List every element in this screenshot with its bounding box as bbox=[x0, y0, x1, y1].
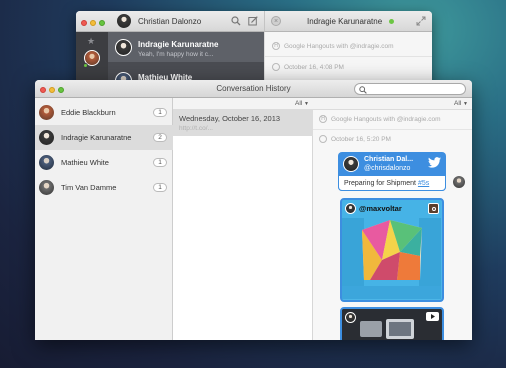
close-button[interactable] bbox=[81, 19, 87, 26]
avatar bbox=[39, 180, 54, 195]
window-controls bbox=[81, 18, 108, 27]
unread-count-badge: 2 bbox=[153, 133, 167, 142]
instagram-card[interactable]: @maxvoltar bbox=[340, 198, 444, 302]
zoom-button[interactable] bbox=[99, 19, 105, 26]
tweet-body: Preparing for Shipment #5s bbox=[338, 175, 446, 191]
tweet-handle: @chrisdalonzo bbox=[364, 165, 411, 172]
date-line: October 16, 5:20 PM bbox=[331, 136, 391, 143]
conversation-date: Wednesday, October 16, 2013 bbox=[179, 114, 281, 123]
contact-avatar bbox=[115, 39, 132, 56]
conversation-snippet: http://t.co/... bbox=[179, 125, 213, 132]
conversation-item-selected[interactable]: Wednesday, October 16, 2013 http://t.co/… bbox=[173, 110, 313, 136]
back-titlebar-left: Christian Dalonzo bbox=[76, 11, 264, 32]
back-window: Christian Dalonzo × Indragie Karunaratne… bbox=[76, 11, 432, 91]
instagram-avatar bbox=[345, 203, 356, 214]
tweet-hashtag-link[interactable]: #5s bbox=[418, 180, 429, 187]
service-line: Google Hangouts with @indragie.com bbox=[284, 43, 394, 50]
tweet-author-name: Christian Dal... bbox=[364, 156, 414, 163]
filter-label: All bbox=[454, 100, 462, 107]
compose-icon[interactable] bbox=[248, 16, 258, 26]
conversation-list: All ▼ Wednesday, October 16, 2013 http:/… bbox=[173, 98, 313, 340]
chat-title: Indragie Karunaratne bbox=[307, 17, 383, 26]
search-field[interactable] bbox=[354, 83, 466, 95]
minimize-button[interactable] bbox=[90, 19, 96, 26]
tweet-card[interactable]: Christian Dal... @chrisdalonzo Preparing… bbox=[338, 152, 446, 191]
tweet-avatar bbox=[343, 156, 359, 172]
instagram-photo bbox=[342, 200, 441, 299]
contact-preview: Yeah, I'm happy how it c... bbox=[138, 51, 214, 58]
video-avatar bbox=[345, 312, 356, 323]
filter-dropdown[interactable]: All ▼ bbox=[454, 100, 468, 107]
service-line: Google Hangouts with @indragie.com bbox=[331, 116, 441, 123]
titlebar: Conversation History bbox=[35, 80, 472, 98]
avatar bbox=[39, 105, 54, 120]
close-chat-icon[interactable]: × bbox=[271, 16, 281, 26]
contacts-sidebar: Eddie Blackburn 1 Indragie Karunaratne 2… bbox=[35, 98, 173, 340]
video-card[interactable] bbox=[340, 307, 444, 340]
contact-name: Indragie Karunaratne bbox=[138, 40, 219, 49]
account-avatar[interactable] bbox=[117, 14, 131, 28]
conversation-history-window: Conversation History Eddie Blackburn 1 I… bbox=[35, 80, 472, 340]
sidebar-item-label: Indragie Karunaratne bbox=[61, 133, 132, 142]
hangouts-icon: H bbox=[319, 115, 327, 123]
hangouts-icon: H bbox=[272, 42, 280, 50]
date-line: October 16, 4:08 PM bbox=[284, 64, 344, 71]
clock-icon bbox=[272, 63, 280, 71]
clock-icon bbox=[319, 135, 327, 143]
filter-bar: All ▼ bbox=[173, 98, 313, 110]
search-icon[interactable] bbox=[231, 16, 241, 26]
filter-label: All bbox=[295, 100, 303, 107]
sidebar-item-label: Mathieu White bbox=[61, 158, 109, 167]
account-name: Christian Dalonzo bbox=[138, 17, 202, 26]
online-status-dot bbox=[389, 19, 394, 24]
youtube-play-icon bbox=[426, 312, 439, 321]
twitter-bird-icon bbox=[428, 157, 441, 168]
search-icon bbox=[359, 85, 367, 94]
chevron-down-icon: ▼ bbox=[463, 101, 468, 107]
sidebar-item-label: Tim Van Damme bbox=[61, 183, 117, 192]
sidebar-item-mathieu-white[interactable]: Mathieu White 1 bbox=[35, 150, 173, 175]
sidebar-item-indragie-karunaratne[interactable]: Indragie Karunaratne 2 bbox=[35, 125, 173, 150]
instagram-handle: @maxvoltar bbox=[359, 204, 402, 213]
filter-bar: All ▼ bbox=[313, 98, 472, 110]
sender-avatar bbox=[453, 176, 465, 188]
sidebar-item-tim-van-damme[interactable]: Tim Van Damme 1 bbox=[35, 175, 173, 200]
avatar bbox=[39, 155, 54, 170]
sidebar-item-label: Eddie Blackburn bbox=[61, 108, 116, 117]
unread-count-badge: 1 bbox=[153, 158, 167, 167]
back-titlebar-right: × Indragie Karunaratne bbox=[264, 11, 432, 32]
avatar bbox=[39, 130, 54, 145]
chevron-down-icon: ▼ bbox=[304, 101, 309, 107]
transcript-pane: All ▼ H Google Hangouts with @indragie.c… bbox=[313, 98, 472, 340]
online-status-dot bbox=[83, 63, 88, 68]
tweet-text: Preparing for Shipment bbox=[344, 180, 418, 187]
instagram-icon bbox=[428, 203, 439, 214]
unread-count-badge: 1 bbox=[153, 183, 167, 192]
contact-row-selected[interactable]: Indragie Karunaratne Yeah, I'm happy how… bbox=[108, 32, 264, 62]
unread-count-badge: 1 bbox=[153, 108, 167, 117]
filter-dropdown[interactable]: All ▼ bbox=[295, 100, 309, 107]
star-icon[interactable]: ★ bbox=[87, 36, 95, 47]
expand-icon[interactable] bbox=[416, 16, 426, 26]
sidebar-item-eddie-blackburn[interactable]: Eddie Blackburn 1 bbox=[35, 100, 173, 125]
